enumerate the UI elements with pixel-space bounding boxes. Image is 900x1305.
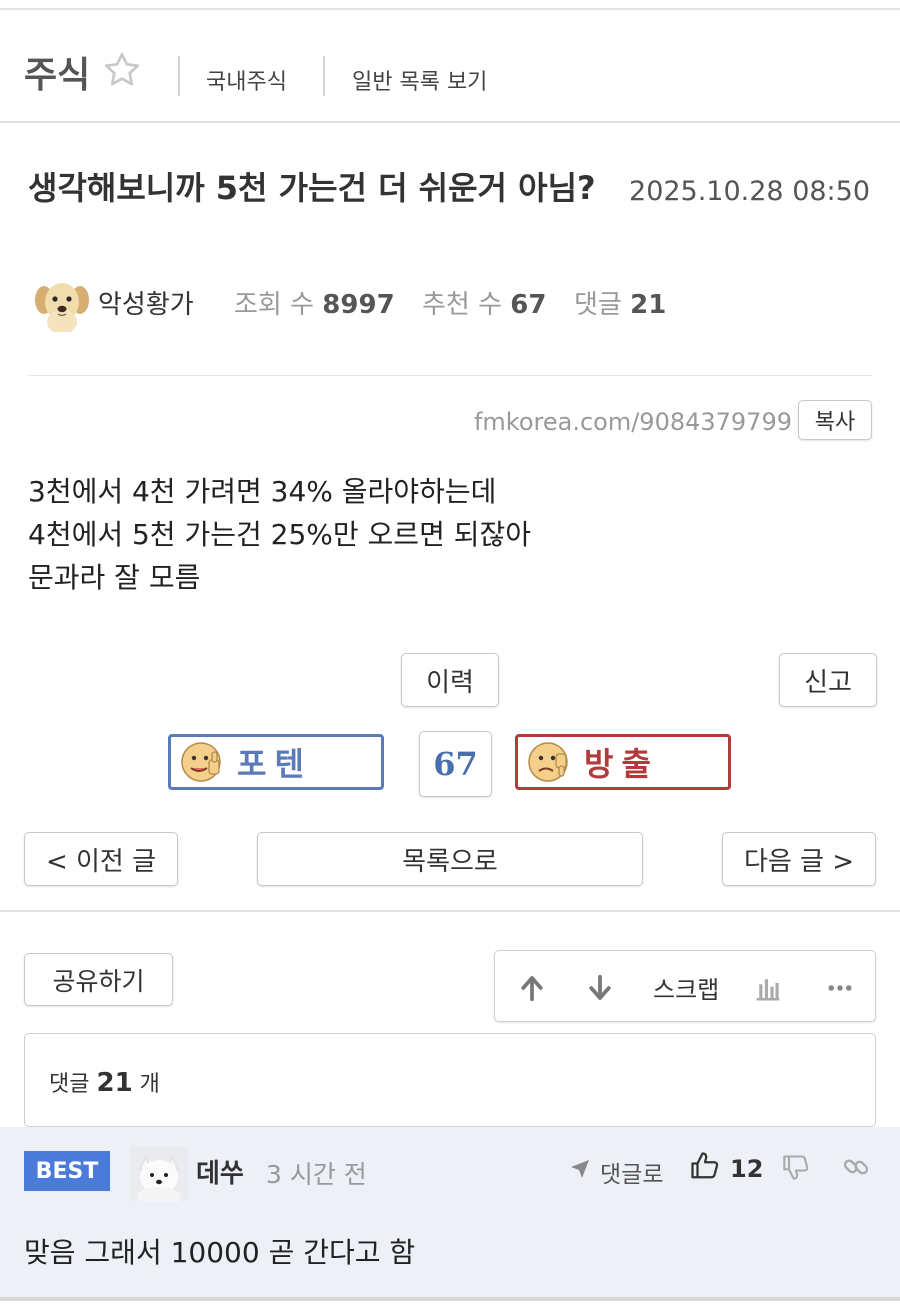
post-title: 생각해보니까 5천 가는건 더 쉬운거 아님?: [28, 169, 596, 207]
stats-icon[interactable]: [753, 973, 783, 1003]
upvote-label: 포텐: [237, 745, 312, 783]
comments-summary-prefix: 댓글: [49, 1072, 90, 1097]
downvote-label: 방출: [584, 745, 659, 783]
thumbs-down-smiley-icon: [528, 742, 568, 782]
vote-count: 67: [419, 731, 492, 797]
upvote-button[interactable]: 포텐: [168, 734, 384, 790]
post-body: 3천에서 4천 가려면 34% 올라야하는데 4천에서 5천 가는건 25%만 …: [28, 470, 531, 599]
header-link-list-view[interactable]: 일반 목록 보기: [352, 64, 487, 96]
best-badge: BEST: [24, 1151, 110, 1191]
copy-url-button[interactable]: 복사: [798, 400, 872, 440]
board-header: 주식 국내주식 일반 목록 보기: [0, 10, 900, 123]
comment-text: 맞음 그래서 10000 곧 간다고 함: [24, 1236, 416, 1269]
comments-label: 댓글: [574, 290, 622, 320]
comment-like-count: 12: [730, 1155, 764, 1183]
commenter-avatar[interactable]: [130, 1147, 188, 1201]
views-meta: 조회 수 8997: [234, 284, 395, 321]
thumbs-down-icon[interactable]: [782, 1153, 810, 1181]
comments-meta[interactable]: 댓글 21: [574, 284, 666, 321]
downvote-button[interactable]: 방출: [515, 734, 731, 790]
link-icon[interactable]: [842, 1153, 870, 1181]
thumbs-up-smiley-icon: [181, 742, 221, 782]
header-divider: [323, 56, 325, 96]
header-divider: [178, 56, 180, 96]
next-post-button[interactable]: 다음 글 >: [722, 832, 876, 886]
post-body-line: 문과라 잘 모름: [28, 561, 201, 594]
board-title[interactable]: 주식: [24, 46, 90, 98]
author-avatar[interactable]: [34, 276, 90, 332]
thumbs-up-icon[interactable]: [690, 1151, 720, 1181]
post-body-line: 4천에서 5천 가는건 25%만 오르면 되잖아: [28, 518, 532, 551]
post-url[interactable]: fmkorea.com/9084379799: [474, 408, 792, 436]
comment-time: 3 시간 전: [266, 1160, 367, 1189]
more-icon[interactable]: [825, 973, 855, 1003]
history-button[interactable]: 이력: [401, 653, 499, 707]
comments-summary-suffix: 개: [139, 1072, 160, 1097]
back-to-list-button[interactable]: 목록으로: [257, 832, 643, 886]
share-button[interactable]: 공유하기: [24, 953, 173, 1006]
comments-count: 21: [630, 290, 667, 320]
comment-author[interactable]: 데쑤: [196, 1153, 244, 1190]
comments-summary: 댓글 21 개: [24, 1033, 876, 1127]
meta-separator: [28, 375, 872, 376]
views-count: 8997: [322, 290, 395, 320]
header-link-domestic[interactable]: 국내주식: [206, 64, 287, 96]
arrow-up-icon[interactable]: [517, 973, 547, 1003]
views-label: 조회 수: [234, 290, 315, 320]
report-button[interactable]: 신고: [779, 653, 877, 707]
star-icon[interactable]: [102, 50, 142, 90]
post-body-line: 3천에서 4천 가려면 34% 올라야하는데: [28, 475, 497, 508]
recommend-label: 추천 수: [422, 290, 503, 320]
reply-arrow-icon[interactable]: [568, 1157, 592, 1181]
bottom-divider: [0, 1297, 900, 1301]
comments-summary-count: 21: [96, 1068, 133, 1098]
recommend-count: 67: [510, 290, 547, 320]
post-date: 2025.10.28 08:50: [629, 176, 870, 207]
arrow-down-icon[interactable]: [585, 973, 615, 1003]
scrap-button[interactable]: 스크랩: [653, 970, 719, 1005]
post-toolbar: 스크랩: [494, 950, 876, 1022]
recommend-meta: 추천 수 67: [422, 284, 546, 321]
prev-post-button[interactable]: < 이전 글: [24, 832, 178, 886]
reply-button[interactable]: 댓글로: [600, 1155, 663, 1189]
nav-divider: [0, 910, 900, 912]
comments-summary-text: 댓글 21 개: [49, 1066, 160, 1098]
post-author[interactable]: 악성황가: [98, 284, 194, 321]
best-comment: BEST 데쑤 3 시간 전 댓글로 12 맞음 그래서 10000 곧 간다고…: [0, 1127, 900, 1297]
